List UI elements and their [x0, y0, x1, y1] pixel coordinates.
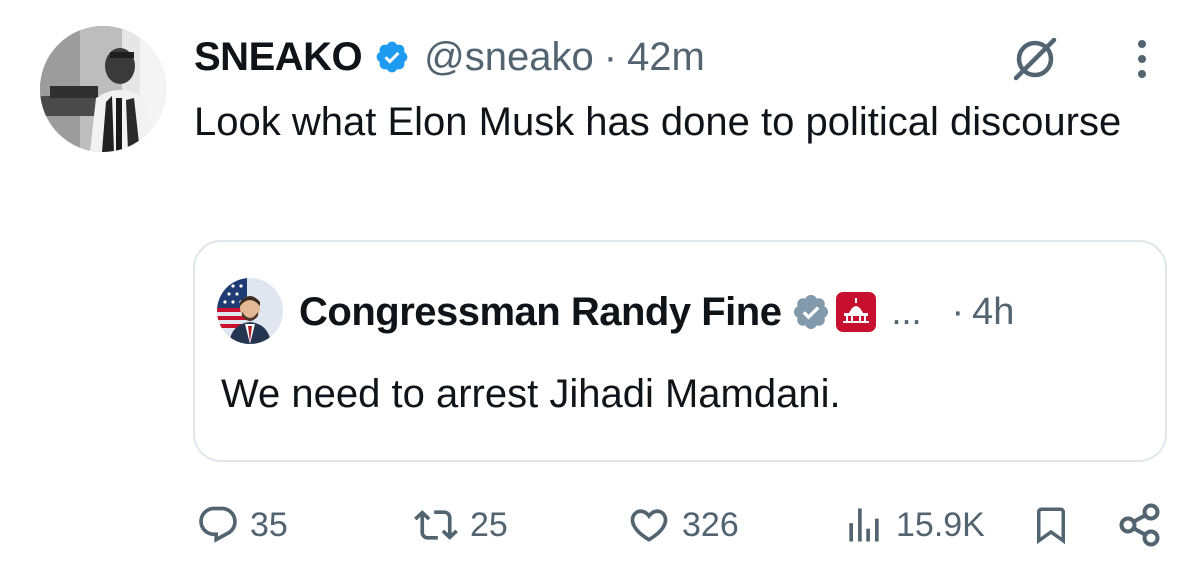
reply-count: 35 [250, 505, 288, 544]
reply-button[interactable]: 35 [196, 500, 288, 550]
bookmark-icon [1037, 507, 1065, 545]
tweet-header: SNEAKO @sneako · 42m [194, 26, 705, 88]
share-icon [1119, 503, 1160, 547]
quoted-author-name[interactable]: Congressman Randy Fine [299, 290, 782, 335]
tweet-timestamp[interactable]: 42m [627, 35, 705, 80]
grok-icon[interactable] [1010, 34, 1060, 84]
author-avatar[interactable] [40, 26, 166, 152]
repost-icon [414, 510, 458, 540]
repost-count: 25 [470, 505, 508, 544]
author-handle[interactable]: @sneako [424, 35, 594, 80]
like-count: 326 [682, 505, 739, 544]
quoted-tweet-header: Congressman Randy Fine ... · 4h [299, 286, 1014, 338]
bookmark-button[interactable] [1030, 500, 1072, 550]
quoted-tweet-timestamp[interactable]: 4h [972, 291, 1014, 334]
views-count: 15.9K [896, 505, 985, 544]
separator-dot: · [603, 34, 618, 79]
share-button[interactable] [1116, 500, 1164, 550]
quoted-tweet-text: We need to arrest Jihadi Mamdani. [221, 372, 841, 416]
reply-icon [199, 506, 237, 543]
house-gop-affiliation-badge[interactable] [835, 291, 877, 333]
author-name[interactable]: SNEAKO [194, 35, 363, 80]
heart-icon [630, 509, 668, 542]
verified-badge-icon[interactable] [374, 39, 410, 75]
truncation-ellipsis: ... [891, 291, 922, 332]
like-button[interactable]: 326 [626, 500, 739, 550]
repost-button[interactable]: 25 [412, 500, 508, 550]
quoted-tweet[interactable]: Congressman Randy Fine ... · 4h We need … [193, 240, 1167, 462]
views-icon [849, 508, 879, 542]
quoted-author-avatar[interactable] [217, 278, 283, 344]
gray-verified-badge-icon[interactable] [791, 292, 831, 332]
tweet-text: Look what Elon Musk has done to politica… [194, 100, 1122, 144]
quoted-separator-dot: · [951, 290, 965, 333]
more-vertical-icon[interactable] [1130, 34, 1154, 84]
views-button[interactable]: 15.9K [842, 500, 985, 550]
